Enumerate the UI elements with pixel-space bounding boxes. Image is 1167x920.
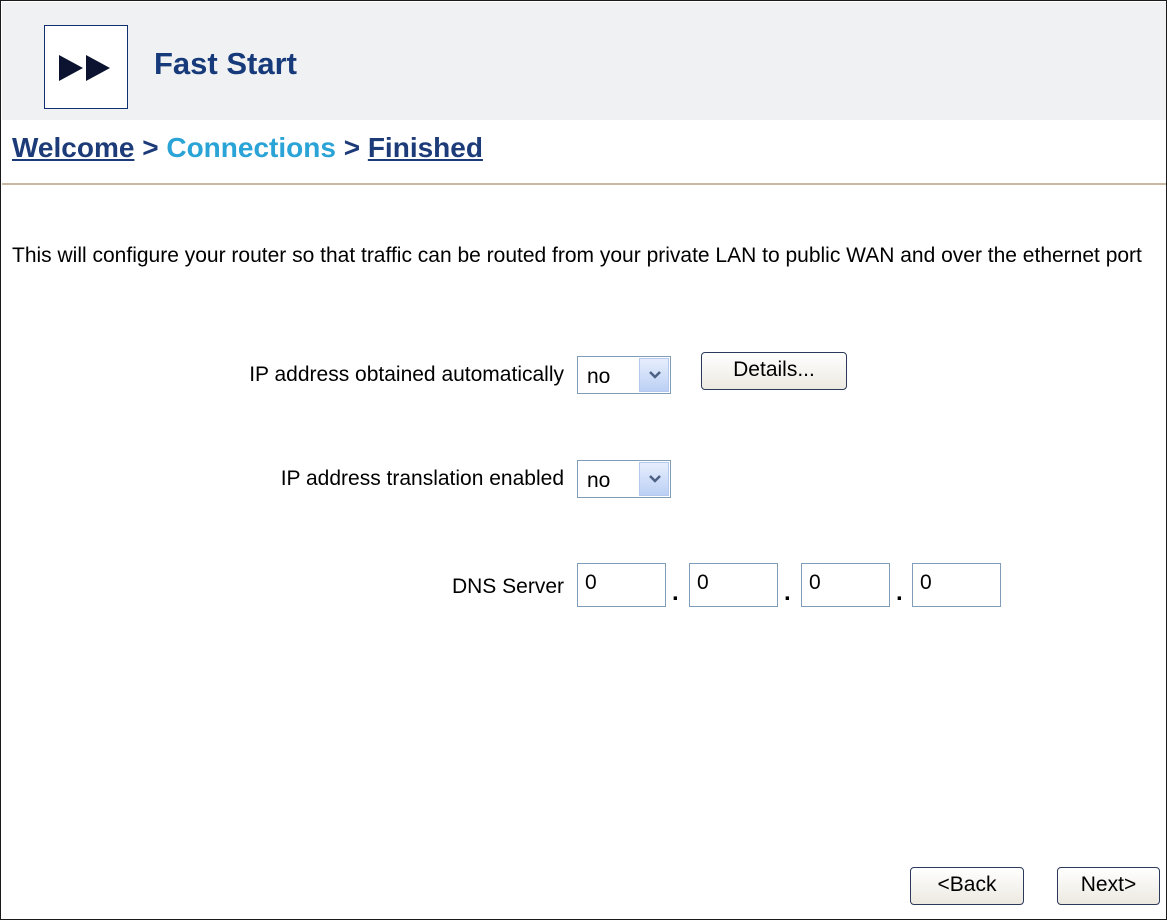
breadcrumb-finished[interactable]: Finished <box>368 132 483 163</box>
dns-octet-4[interactable]: 0 <box>912 563 1001 607</box>
ip-auto-label: IP address obtained automatically <box>249 363 564 386</box>
ip-translation-select[interactable]: no <box>577 460 671 498</box>
details-button[interactable]: Details... <box>701 352 847 390</box>
ip-separator: . <box>672 579 679 606</box>
back-button[interactable]: <Back <box>910 867 1024 905</box>
chevron-down-icon <box>649 371 661 379</box>
ip-separator: . <box>784 579 791 606</box>
next-button[interactable]: Next> <box>1057 867 1160 905</box>
dns-octet-2[interactable]: 0 <box>689 563 778 607</box>
dropdown-button[interactable] <box>639 358 669 392</box>
logo-box <box>44 25 128 109</box>
dns-server-label: DNS Server <box>451 575 564 598</box>
ip-auto-select[interactable]: no <box>577 356 671 394</box>
dns-octet-3[interactable]: 0 <box>801 563 890 607</box>
ip-translation-value: no <box>587 469 611 492</box>
dns-octet-1[interactable]: 0 <box>577 563 666 607</box>
dropdown-button[interactable] <box>639 462 669 496</box>
ip-translation-label: IP address translation enabled <box>280 467 564 490</box>
app-title: Fast Start <box>154 46 297 81</box>
header-bar: Fast Start <box>2 2 1166 120</box>
ip-auto-value: no <box>587 365 611 388</box>
breadcrumb-separator: > <box>142 132 159 163</box>
breadcrumb-connections: Connections <box>166 132 336 163</box>
breadcrumb-separator: > <box>343 132 361 163</box>
breadcrumb-welcome[interactable]: Welcome <box>12 132 134 163</box>
fast-forward-icon <box>59 55 110 81</box>
breadcrumb: Welcome > Connections > Finished <box>12 132 483 164</box>
ip-separator: . <box>896 579 903 606</box>
wizard-frame: Fast Start Welcome > Connections > Finis… <box>0 0 1167 920</box>
header-divider <box>2 183 1166 185</box>
intro-text: This will configure your router so that … <box>12 244 1142 267</box>
chevron-down-icon <box>649 475 661 483</box>
